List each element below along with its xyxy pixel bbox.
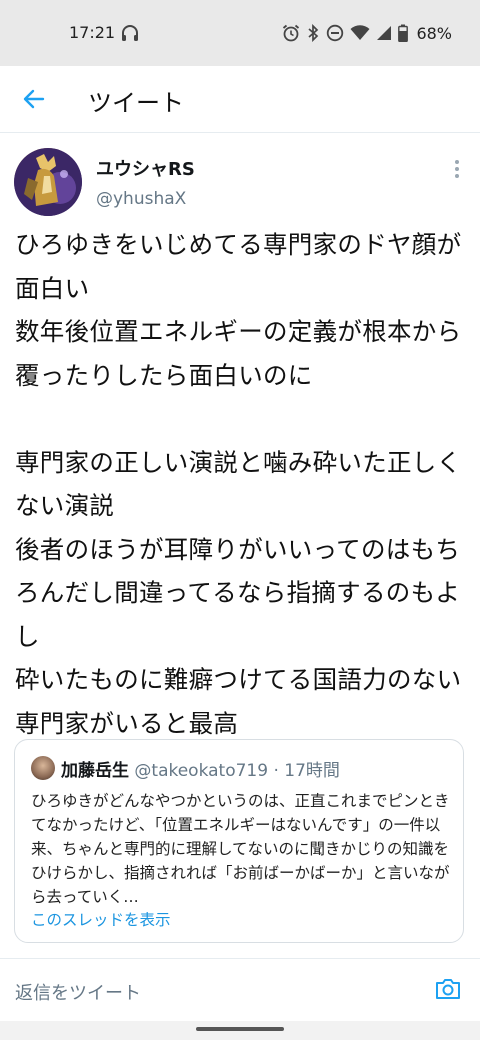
- quoted-separator: ·: [268, 761, 285, 781]
- quoted-author-handle: @takeokato719: [134, 761, 269, 781]
- bluetooth-icon: [308, 24, 319, 42]
- more-options-icon[interactable]: [452, 157, 462, 181]
- tweet-text: ひろゆきをいじめてる専門家のドヤ顔が面白い 数年後位置エネルギーの定義が根本から…: [15, 230, 462, 738]
- page-title: ツイート: [88, 89, 184, 117]
- author-avatar[interactable]: [14, 148, 82, 216]
- headset-icon: [122, 25, 138, 41]
- status-icons: 68%: [282, 22, 452, 44]
- avatar-image: [14, 148, 82, 216]
- alarm-icon: [283, 24, 300, 42]
- app-bar: ツイート: [0, 66, 480, 133]
- back-button[interactable]: [18, 83, 50, 115]
- author-handle[interactable]: @yhushaX: [96, 189, 186, 209]
- quoted-tweet-header: 加藤岳生 @takeokato719 · 17時間: [61, 756, 340, 781]
- navigation-bar: [0, 1021, 480, 1040]
- dnd-icon: [327, 24, 344, 42]
- camera-icon[interactable]: [434, 975, 462, 1003]
- quoted-tweet-text: ひろゆきがどんなやつかというのは、正直これまでピンときてなかったけど、「位置エネ…: [31, 792, 450, 906]
- reply-bar: 返信をツイート: [0, 958, 480, 1022]
- battery-icon: [398, 24, 409, 42]
- author-name[interactable]: ユウシャRS: [96, 155, 195, 181]
- back-arrow-icon: [23, 89, 45, 109]
- status-bar: 17:21 68%: [0, 0, 480, 66]
- quoted-author-avatar: [31, 756, 55, 780]
- battery-percentage: 68%: [416, 23, 452, 43]
- signal-icon: [377, 26, 392, 40]
- reply-input[interactable]: 返信をツイート: [15, 979, 141, 1005]
- status-time: 17:21: [69, 23, 116, 42]
- quoted-time: 17時間: [284, 761, 340, 781]
- wifi-icon: [350, 25, 370, 40]
- quoted-tweet[interactable]: 加藤岳生 @takeokato719 · 17時間 ひろゆきがどんなやつかという…: [14, 739, 464, 943]
- home-gesture-handle[interactable]: [196, 1027, 284, 1031]
- quoted-author-name: 加藤岳生: [61, 761, 129, 781]
- show-thread-link[interactable]: このスレッドを表示: [31, 908, 171, 930]
